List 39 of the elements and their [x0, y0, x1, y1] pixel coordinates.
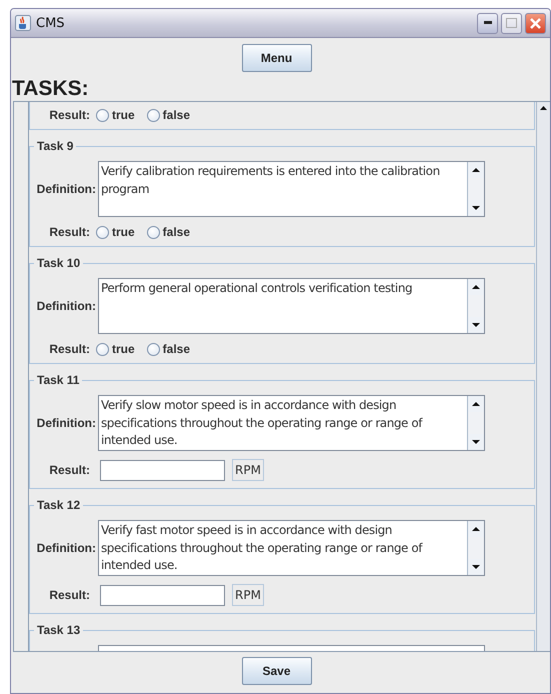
unit-label: RPM — [232, 459, 264, 481]
result-label: Result: — [48, 108, 90, 122]
window-title: CMS — [36, 16, 65, 30]
radio-option[interactable]: true — [96, 342, 135, 356]
task-title: Task 11 — [34, 373, 82, 387]
close-button[interactable] — [525, 12, 546, 34]
scrollbar[interactable] — [536, 102, 550, 651]
result-label: Result: — [48, 463, 90, 477]
result-field[interactable] — [100, 460, 225, 480]
result-label: Result: — [48, 342, 90, 356]
minimize-button[interactable] — [477, 12, 498, 34]
definition-label: Definition: — [36, 299, 96, 313]
result-label: Result: — [48, 588, 90, 602]
close-icon — [530, 18, 541, 28]
radio-option[interactable]: true — [96, 225, 135, 239]
result-label: Result: — [48, 225, 90, 239]
radio-option[interactable]: false — [146, 225, 190, 239]
menu-button[interactable]: Menu — [242, 44, 312, 72]
definition-field[interactable]: Perform general operational controls verification testing — [98, 278, 485, 334]
radio-option[interactable]: false — [146, 108, 190, 122]
save-button[interactable]: Save — [242, 657, 312, 685]
task-title: Task 9 — [34, 139, 76, 153]
tasks-heading: TASKS: — [12, 77, 90, 101]
radio-option[interactable]: false — [146, 342, 190, 356]
definition-field[interactable]: Verify calibration requirements is entered into the calibration program — [98, 161, 485, 217]
definition-field[interactable]: Verify fast motor speed is in accordance with design specifications throughout the operating range or range of intended use. — [98, 520, 485, 576]
cup-icon — [15, 15, 31, 31]
definition-label: Definition: — [36, 541, 96, 555]
task-title: Task 13 — [34, 623, 84, 637]
radio-option[interactable]: true — [96, 108, 135, 122]
maximize-icon — [506, 18, 517, 28]
definition-label: Definition: — [36, 416, 96, 430]
minimize-icon — [484, 21, 492, 25]
result-field[interactable] — [100, 584, 225, 606]
definition-label: Definition: — [36, 182, 96, 196]
definition-field[interactable]: Verify slow motor speed is in accordance with design specifications throughout the operating range or range of intended use. — [98, 395, 485, 451]
task-title: Task 12 — [34, 498, 84, 512]
unit-label: RPM — [232, 584, 264, 606]
task-title: Task 10 — [34, 256, 84, 270]
